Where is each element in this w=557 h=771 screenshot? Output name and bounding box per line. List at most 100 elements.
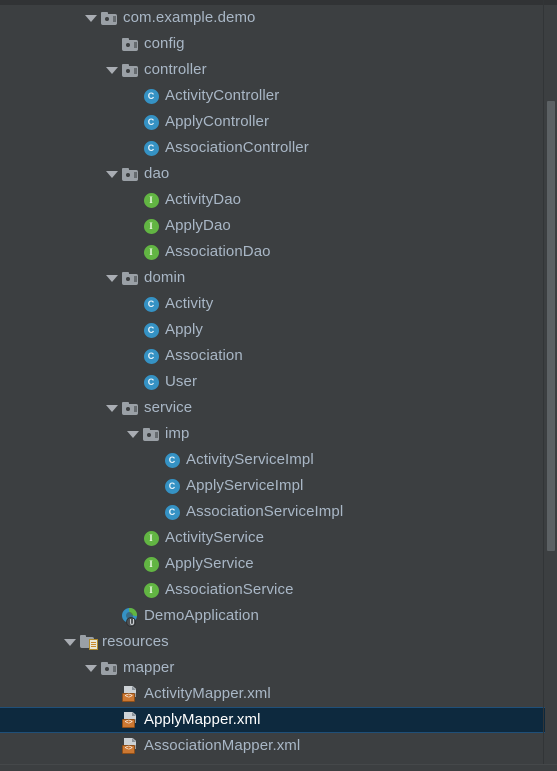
tree-row[interactable]: <> ActivityMapper.xml [0,681,557,707]
tree-row-label: ActivityService [165,529,265,546]
tree-row-label: ApplyService [165,555,254,572]
tree-row[interactable]: C Apply [0,317,557,343]
java-class-icon: C [141,291,161,317]
chevron-down-icon[interactable] [82,655,99,681]
tree-row-label: ApplyMapper.xml [144,711,261,728]
resource-root-folder-icon [78,629,98,655]
tree-row[interactable]: I ActivityDao [0,187,557,213]
chevron-down-icon[interactable] [103,395,120,421]
java-class-icon: C [141,317,161,343]
tree-row[interactable]: I ActivityService [0,525,557,551]
tree-row[interactable]: C AssociationController [0,135,557,161]
java-interface-icon: I [141,213,161,239]
tree-row-label: com.example.demo [123,9,256,26]
tree-row[interactable]: C User [0,369,557,395]
tree-row-label: DemoApplication [144,607,259,624]
tree-row[interactable]: C ApplyServiceImpl [0,473,557,499]
tree-row[interactable]: C ApplyController [0,109,557,135]
tree-twisty-placeholder [124,187,141,213]
package-folder-icon [120,395,140,421]
chevron-down-icon[interactable] [103,57,120,83]
tree-row[interactable]: <> AssociationMapper.xml [0,733,557,759]
tree-row-label: dao [144,165,170,182]
tree-row[interactable]: service [0,395,557,421]
tree-row-label: AssociationController [165,139,309,156]
chevron-down-icon[interactable] [82,5,99,31]
tree-row[interactable]: config [0,31,557,57]
java-interface-icon: I [141,551,161,577]
chevron-down-icon[interactable] [124,421,141,447]
tree-row[interactable]: C ActivityController [0,83,557,109]
tree-twisty-placeholder [124,83,141,109]
tree-row-label: resources [102,633,169,650]
tree-row-label: ActivityController [165,87,280,104]
vertical-scrollbar-track[interactable] [545,5,557,771]
tree-row-label: config [144,35,185,52]
tree-twisty-placeholder [124,109,141,135]
java-class-icon: C [141,83,161,109]
java-class-icon: C [141,135,161,161]
tree-row-label: mapper [123,659,175,676]
tree-row[interactable]: domin [0,265,557,291]
tree-row[interactable]: C Association [0,343,557,369]
tree-row-label: Apply [165,321,204,338]
package-folder-icon [141,421,161,447]
tree-row-label: ActivityMapper.xml [144,685,271,702]
tree-row[interactable]: C Activity [0,291,557,317]
tree-twisty-placeholder [124,577,141,603]
tree-row[interactable]: I AssociationDao [0,239,557,265]
project-file-tree[interactable]: com.example.demo config controller C Activit… [0,5,557,759]
tree-row[interactable]: C ActivityServiceImpl [0,447,557,473]
java-class-icon: C [162,447,182,473]
tree-row[interactable]: mapper [0,655,557,681]
tree-twisty-placeholder [124,525,141,551]
vertical-scrollbar-thumb[interactable] [547,101,555,551]
tree-twisty-placeholder [145,473,162,499]
package-folder-icon [120,265,140,291]
project-tool-window[interactable]: com.example.demo config controller C Activit… [0,0,557,771]
tree-row[interactable]: I ApplyService [0,551,557,577]
package-folder-icon [120,31,140,57]
java-interface-icon: I [141,577,161,603]
tree-row-label: ActivityServiceImpl [186,451,314,468]
tree-row[interactable]: dao [0,161,557,187]
tree-row-label: imp [165,425,190,442]
chevron-down-icon[interactable] [103,265,120,291]
tree-twisty-placeholder [124,135,141,161]
tree-row-label: controller [144,61,207,78]
tree-row[interactable]: I ApplyDao [0,213,557,239]
chevron-down-icon[interactable] [61,629,78,655]
tree-twisty-placeholder [124,369,141,395]
tree-row[interactable]: DemoApplication [0,603,557,629]
java-class-icon: C [141,343,161,369]
java-class-icon: C [141,109,161,135]
java-interface-icon: I [141,239,161,265]
package-folder-icon [99,655,119,681]
tree-twisty-placeholder [124,317,141,343]
tree-twisty-placeholder [145,499,162,525]
xml-file-icon: <> [120,707,140,733]
tree-row[interactable]: resources [0,629,557,655]
tree-row-label: AssociationServiceImpl [186,503,344,520]
tree-row[interactable]: I AssociationService [0,577,557,603]
tree-row[interactable]: C AssociationServiceImpl [0,499,557,525]
tree-twisty-placeholder [124,239,141,265]
package-folder-icon [120,161,140,187]
tree-twisty-placeholder [103,681,120,707]
tree-twisty-placeholder [103,707,120,733]
panel-bottom-edge [0,764,557,771]
tree-twisty-placeholder [124,291,141,317]
tree-row[interactable]: com.example.demo [0,5,557,31]
tree-row[interactable]: controller [0,57,557,83]
tree-row[interactable]: <> ApplyMapper.xml [0,707,551,733]
tree-row-label: Activity [165,295,214,312]
tree-row-label: AssociationDao [165,243,271,260]
java-class-icon: C [162,473,182,499]
tree-row-label: service [144,399,193,416]
tree-twisty-placeholder [124,551,141,577]
tree-twisty-placeholder [103,603,120,629]
tree-twisty-placeholder [103,733,120,759]
tree-row[interactable]: imp [0,421,557,447]
spring-boot-app-icon [120,603,140,629]
chevron-down-icon[interactable] [103,161,120,187]
